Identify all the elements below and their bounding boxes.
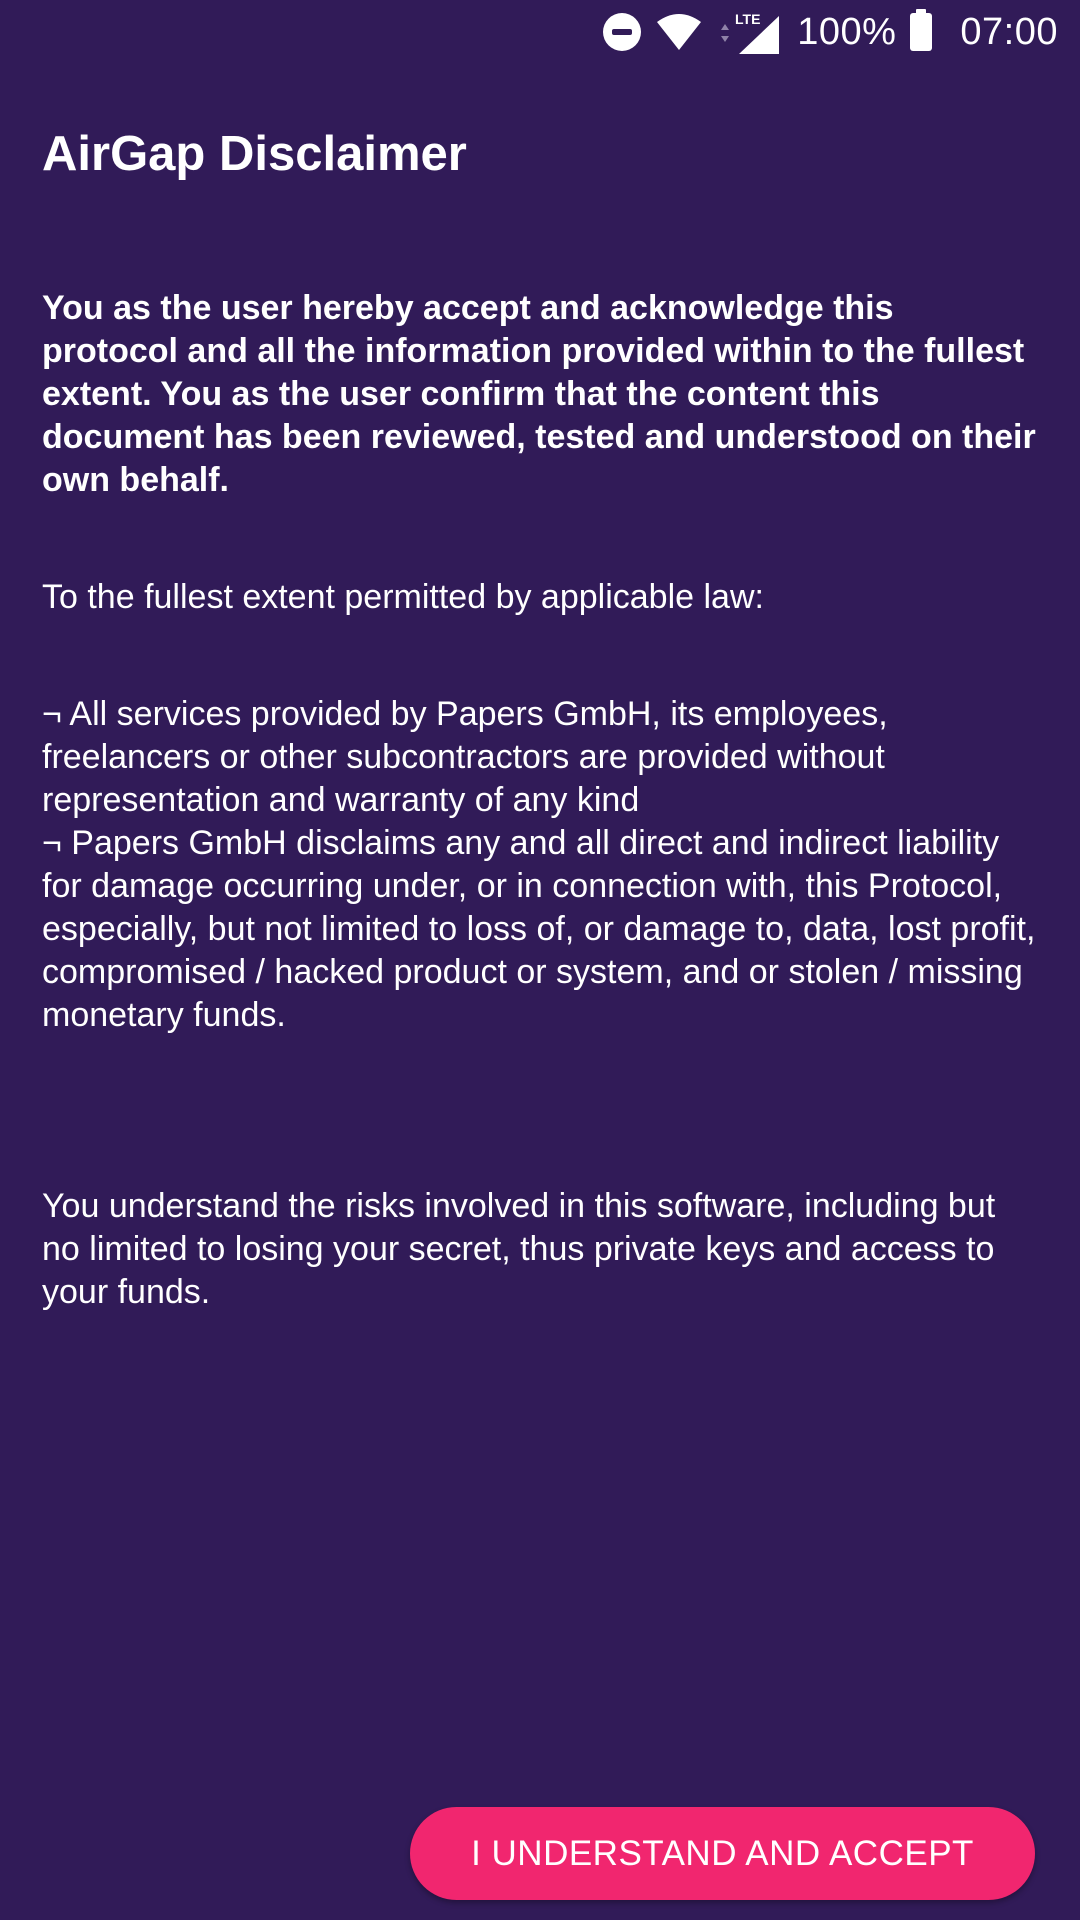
accept-button[interactable]: I UNDERSTAND AND ACCEPT (410, 1807, 1035, 1900)
battery-percent: 100% (797, 10, 897, 53)
bullet-item: ¬ Papers GmbH disclaims any and all dire… (42, 824, 1036, 1034)
law-heading: To the fullest extent permitted by appli… (42, 578, 764, 616)
intro-paragraph: You as the user hereby accept and acknow… (42, 289, 1036, 499)
disclaimer-content: You as the user hereby accept and acknow… (42, 287, 1038, 1314)
status-clock: 07:00 (960, 10, 1058, 53)
battery-icon (910, 9, 933, 51)
page-title: AirGap Disclaimer (42, 127, 467, 181)
wifi-icon (657, 14, 702, 50)
svg-text:LTE: LTE (735, 11, 760, 27)
do-not-disturb-icon (603, 13, 642, 51)
risk-paragraph: You understand the risks involved in thi… (42, 1187, 996, 1311)
lte-signal-icon: LTE (721, 11, 780, 54)
bullet-item: ¬ All services provided by Papers GmbH, … (42, 695, 888, 819)
status-bar: LTE 100% 07:00 (0, 0, 1080, 64)
disclaimer-bullets: ¬ All services provided by Papers GmbH, … (42, 693, 1038, 1037)
